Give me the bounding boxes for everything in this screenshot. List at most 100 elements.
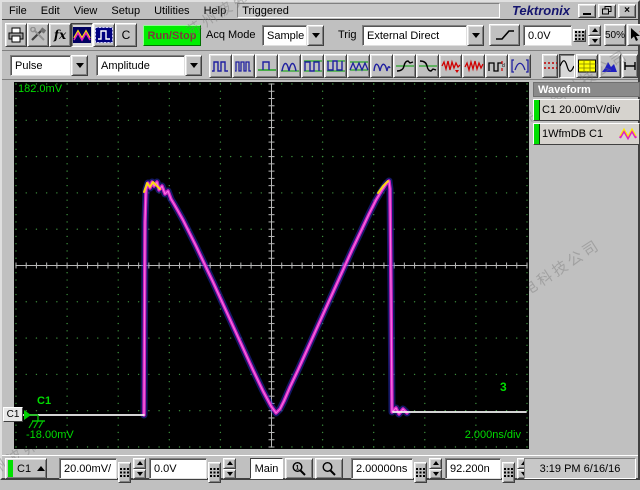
trigger-status-indicator: Triggered xyxy=(237,3,500,18)
timebase-readout: 2.000ns/div xyxy=(464,429,521,441)
channel-marker[interactable]: C1 xyxy=(3,407,23,422)
set-50pct-button[interactable]: 50% xyxy=(604,24,626,46)
channel-select-button[interactable]: C1 xyxy=(5,458,47,479)
timebase-field[interactable]: 2.00000ns xyxy=(351,458,413,479)
meas-pulse-burst-button[interactable] xyxy=(209,54,232,78)
single-pulse-icon xyxy=(257,61,276,71)
waveform-view-button[interactable] xyxy=(559,54,575,78)
menu-file[interactable]: File xyxy=(2,3,34,19)
meas-type-select[interactable]: Pulse xyxy=(10,55,88,76)
meas-round-pulses-button[interactable] xyxy=(278,54,301,78)
waveform-panel: Waveform C1 20.00mV/div 1WfmDB C1 xyxy=(533,82,640,145)
rising-edge-icon xyxy=(395,60,414,72)
waveform-panel-header: Waveform xyxy=(533,82,640,97)
vertical-scale-field[interactable]: 20.00mV/ xyxy=(59,458,117,479)
meas-falling-edge-button[interactable] xyxy=(416,54,439,78)
keypad-button[interactable] xyxy=(573,29,586,42)
spin-up-icon[interactable] xyxy=(588,25,601,36)
spin-down-icon[interactable] xyxy=(133,468,146,479)
menu-setup[interactable]: Setup xyxy=(104,3,147,19)
zoom-1-button[interactable]: 1 xyxy=(285,458,313,479)
spin-down-icon[interactable] xyxy=(429,468,442,479)
meas-pulse-train-button[interactable] xyxy=(232,54,255,78)
meas-zigzag-wave-button[interactable] xyxy=(347,54,370,78)
timebase-spinner[interactable] xyxy=(429,458,442,479)
menu-help[interactable]: Help xyxy=(197,3,234,19)
spin-down-icon[interactable] xyxy=(223,468,236,479)
histogram-icon xyxy=(602,62,617,72)
meas-inverted-pulses-button[interactable] xyxy=(324,54,347,78)
minimize-button[interactable] xyxy=(578,3,596,18)
channel-scale-row[interactable]: C1 20.00mV/div xyxy=(533,99,640,121)
acq-mode-select[interactable]: Sample xyxy=(262,25,324,46)
wfmdb-row[interactable]: 1WfmDB C1 xyxy=(533,123,640,145)
trigger-source-select[interactable]: External Direct xyxy=(362,25,484,46)
meas-rising-edge-button[interactable] xyxy=(393,54,416,78)
meas-type-value: Pulse xyxy=(10,55,71,76)
meas-square-pulses-button[interactable] xyxy=(301,54,324,78)
vertical-offset-spinner[interactable] xyxy=(223,458,236,479)
cursors-dashed-icon xyxy=(543,62,557,69)
pulse-train-icon xyxy=(234,61,251,72)
chevron-down-icon[interactable] xyxy=(307,25,324,46)
svg-text:1: 1 xyxy=(296,464,300,471)
pulse-stats-icon: d xyxy=(487,61,505,72)
restore-button[interactable] xyxy=(598,3,616,18)
histogram-button[interactable] xyxy=(599,54,621,78)
marker-number: 3 xyxy=(500,380,507,394)
meas-gated-wave-button[interactable] xyxy=(508,54,531,78)
keypad-icon xyxy=(575,31,584,40)
spin-down-icon[interactable] xyxy=(588,35,601,46)
meas-pulse-stats-button[interactable]: d xyxy=(485,54,508,78)
cursors-button[interactable] xyxy=(542,54,558,78)
keypad-icon xyxy=(210,468,219,477)
chevron-down-icon[interactable] xyxy=(185,55,202,76)
values-table-icon xyxy=(578,59,596,73)
vertical-offset-field[interactable]: 0.0V xyxy=(149,458,207,479)
spin-up-icon[interactable] xyxy=(133,458,146,469)
clear-button[interactable]: C xyxy=(115,23,137,47)
vertical-scale-spinner[interactable] xyxy=(133,458,146,479)
chevron-down-icon[interactable] xyxy=(467,25,484,46)
print-button[interactable] xyxy=(5,23,27,47)
round-pulses-icon xyxy=(280,62,299,72)
meas-category-select[interactable]: Amplitude xyxy=(96,55,202,76)
trigger-level-field[interactable]: 0.0V xyxy=(523,25,572,46)
trig-label: Trig xyxy=(338,29,357,41)
meas-jitter-button[interactable] xyxy=(462,54,485,78)
spin-up-icon[interactable] xyxy=(429,458,442,469)
run-stop-button[interactable]: Run/Stop xyxy=(143,25,201,46)
mask-test-button[interactable] xyxy=(93,23,115,47)
restore-icon xyxy=(602,6,612,15)
vertical-top-readout: 182.0mV xyxy=(18,83,63,95)
trigger-slope-button[interactable] xyxy=(489,24,520,46)
printer-icon xyxy=(8,27,24,43)
magnifier-2-icon xyxy=(322,461,336,476)
meas-jitter-arrow-button[interactable] xyxy=(439,54,462,78)
tektronix-logo: Tektronix xyxy=(511,3,570,18)
menu-utilities[interactable]: Utilities xyxy=(147,3,196,19)
menu-edit[interactable]: Edit xyxy=(34,3,67,19)
meas-round-pulses2-button[interactable] xyxy=(370,54,393,78)
context-help-button[interactable]: ? xyxy=(627,24,640,46)
values-readout-button[interactable] xyxy=(576,54,598,78)
chevron-down-icon[interactable] xyxy=(71,55,88,76)
clear-icon: C xyxy=(121,28,131,42)
main-timebase-button[interactable]: Main xyxy=(250,458,283,479)
close-button[interactable]: × xyxy=(618,3,636,18)
trigger-level-spinner[interactable] xyxy=(588,25,601,46)
inverted-pulses-icon xyxy=(326,60,345,72)
eye-diagram-button[interactable] xyxy=(622,54,638,78)
waveform-display-button[interactable] xyxy=(71,23,93,47)
meas-single-pulse-button[interactable] xyxy=(255,54,278,78)
tools-icon xyxy=(30,27,47,41)
wfmdb-text: 1WfmDB C1 xyxy=(542,128,604,140)
tools-button[interactable] xyxy=(27,23,49,47)
spin-up-icon[interactable] xyxy=(223,458,236,469)
jitter-icon xyxy=(463,59,484,73)
menu-view[interactable]: View xyxy=(67,3,105,19)
zoom-2-button[interactable] xyxy=(315,458,343,479)
math-button[interactable]: fx xyxy=(49,23,71,47)
scope-application-window: File Edit View Setup Utilities Help Trig… xyxy=(0,0,640,489)
delay-field[interactable]: 92.200n xyxy=(445,458,501,479)
